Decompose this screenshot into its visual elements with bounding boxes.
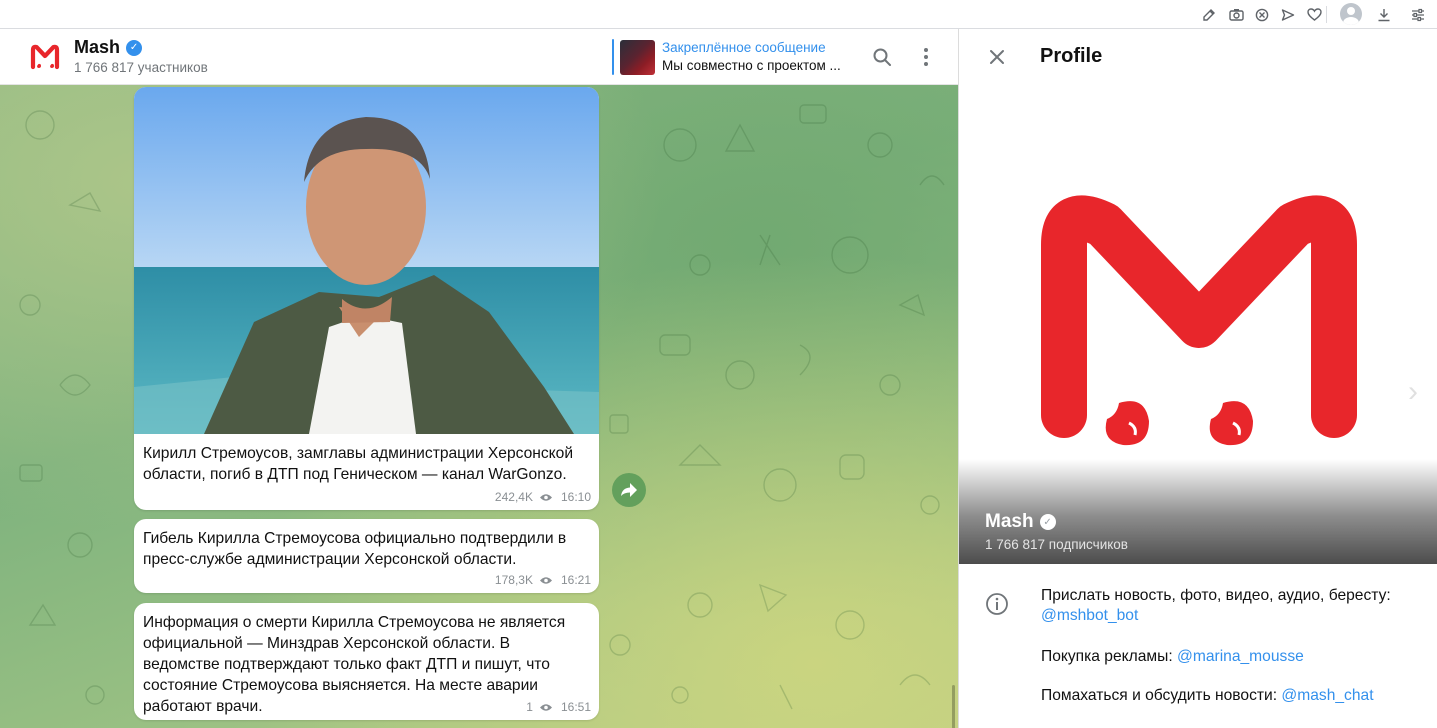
info-text: Помахаться и обсудить новости:	[1041, 687, 1278, 704]
message-text: Гибель Кирилла Стремоусова официально по…	[143, 530, 567, 568]
eye-icon	[539, 493, 552, 501]
channel-name: Mash	[74, 37, 121, 57]
profile-panel: Profile › Mash ✓ 1 766 817 подписчиков П…	[958, 29, 1437, 728]
forward-icon	[621, 483, 637, 497]
block-icon[interactable]	[1250, 0, 1274, 29]
profile-title: Profile	[1040, 45, 1103, 67]
info-text: Прислать новость, фото, видео, аудио, бе…	[1041, 587, 1391, 604]
view-count: 242,4K	[494, 490, 533, 504]
eye-icon	[539, 576, 552, 584]
chevron-right-icon[interactable]: ›	[1408, 375, 1418, 409]
pinned-title: Закреплённое сообщение	[662, 40, 826, 55]
message-photo[interactable]	[134, 87, 599, 434]
browser-toolbar	[0, 0, 1437, 29]
search-button[interactable]	[864, 39, 900, 75]
channel-title[interactable]: Mash ✓	[74, 37, 143, 58]
download-icon[interactable]	[1372, 0, 1396, 29]
send-icon[interactable]	[1276, 0, 1300, 29]
sliders-icon[interactable]	[1406, 0, 1430, 29]
pinned-thumbnail	[620, 40, 655, 75]
view-count: 1	[526, 700, 533, 714]
message-bubble[interactable]: Кирилл Стремоусов, замглавы администраци…	[134, 87, 599, 510]
profile-subscriber-count: 1 766 817 подписчиков	[985, 537, 1128, 552]
edit-icon[interactable]	[1197, 0, 1221, 29]
heart-icon[interactable]	[1302, 0, 1326, 29]
search-icon	[873, 48, 891, 66]
channel-avatar[interactable]	[26, 38, 64, 76]
info-text: Покупка рекламы:	[1041, 648, 1173, 665]
info-line-submit: Прислать новость, фото, видео, аудио, бе…	[1041, 586, 1421, 626]
chat-background: Кирилл Стремоусов, замглавы администраци…	[0, 85, 958, 728]
verified-icon: ✓	[1039, 514, 1056, 530]
close-button[interactable]	[979, 39, 1015, 75]
message-text: Кирилл Стремоусов, замглавы администраци…	[143, 445, 574, 483]
camera-icon[interactable]	[1224, 0, 1248, 29]
link-mash-chat[interactable]: @mash_chat	[1281, 687, 1373, 704]
message-bubble[interactable]: Гибель Кирилла Стремоусова официально по…	[134, 519, 599, 593]
profile-header: Profile	[959, 29, 1437, 85]
verified-icon: ✓	[126, 39, 143, 56]
browser-profile-avatar[interactable]	[1340, 3, 1362, 25]
more-menu-button[interactable]	[908, 39, 944, 75]
message-meta: 1 16:51	[526, 700, 591, 714]
chat-scrollbar[interactable]	[952, 685, 955, 728]
more-vertical-icon	[924, 48, 928, 66]
message-bubble[interactable]: Информация о смерти Кирилла Стремоусова …	[134, 603, 599, 720]
chat-header[interactable]: Mash ✓ 1 766 817 участников Закреплённое…	[0, 29, 958, 85]
info-line-chat: Помахаться и обсудить новости: @mash_cha…	[1041, 686, 1421, 706]
toolbar-divider	[1326, 6, 1327, 23]
message-meta: 178,3K 16:21	[495, 573, 591, 587]
forward-button[interactable]	[612, 473, 646, 507]
info-line-ads: Покупка рекламы: @marina_mousse	[1041, 647, 1421, 667]
close-icon	[990, 50, 1004, 64]
pinned-indicator	[612, 39, 614, 75]
link-marina[interactable]: @marina_mousse	[1177, 648, 1304, 665]
profile-name-text: Mash	[985, 511, 1034, 532]
eye-icon	[539, 703, 552, 711]
pinned-preview: Мы совместно с проектом ...	[662, 58, 841, 73]
message-time: 16:51	[560, 700, 591, 714]
view-count: 178,3K	[494, 573, 533, 587]
link-mshbot[interactable]: @mshbot_bot	[1041, 607, 1138, 624]
message-meta: 242,4K 16:10	[495, 490, 591, 504]
message-time: 16:21	[560, 573, 591, 587]
pinned-message[interactable]: Закреплённое сообщение Мы совместно с пр…	[612, 39, 860, 75]
info-icon	[986, 593, 1008, 615]
profile-photo[interactable]: ›	[959, 85, 1437, 564]
message-time: 16:10	[560, 490, 591, 504]
profile-info: Прислать новость, фото, видео, аудио, бе…	[959, 564, 1437, 728]
chat-panel: Mash ✓ 1 766 817 участников Закреплённое…	[0, 29, 958, 728]
channel-member-count: 1 766 817 участников	[74, 60, 208, 75]
profile-name: Mash ✓	[985, 511, 1056, 533]
